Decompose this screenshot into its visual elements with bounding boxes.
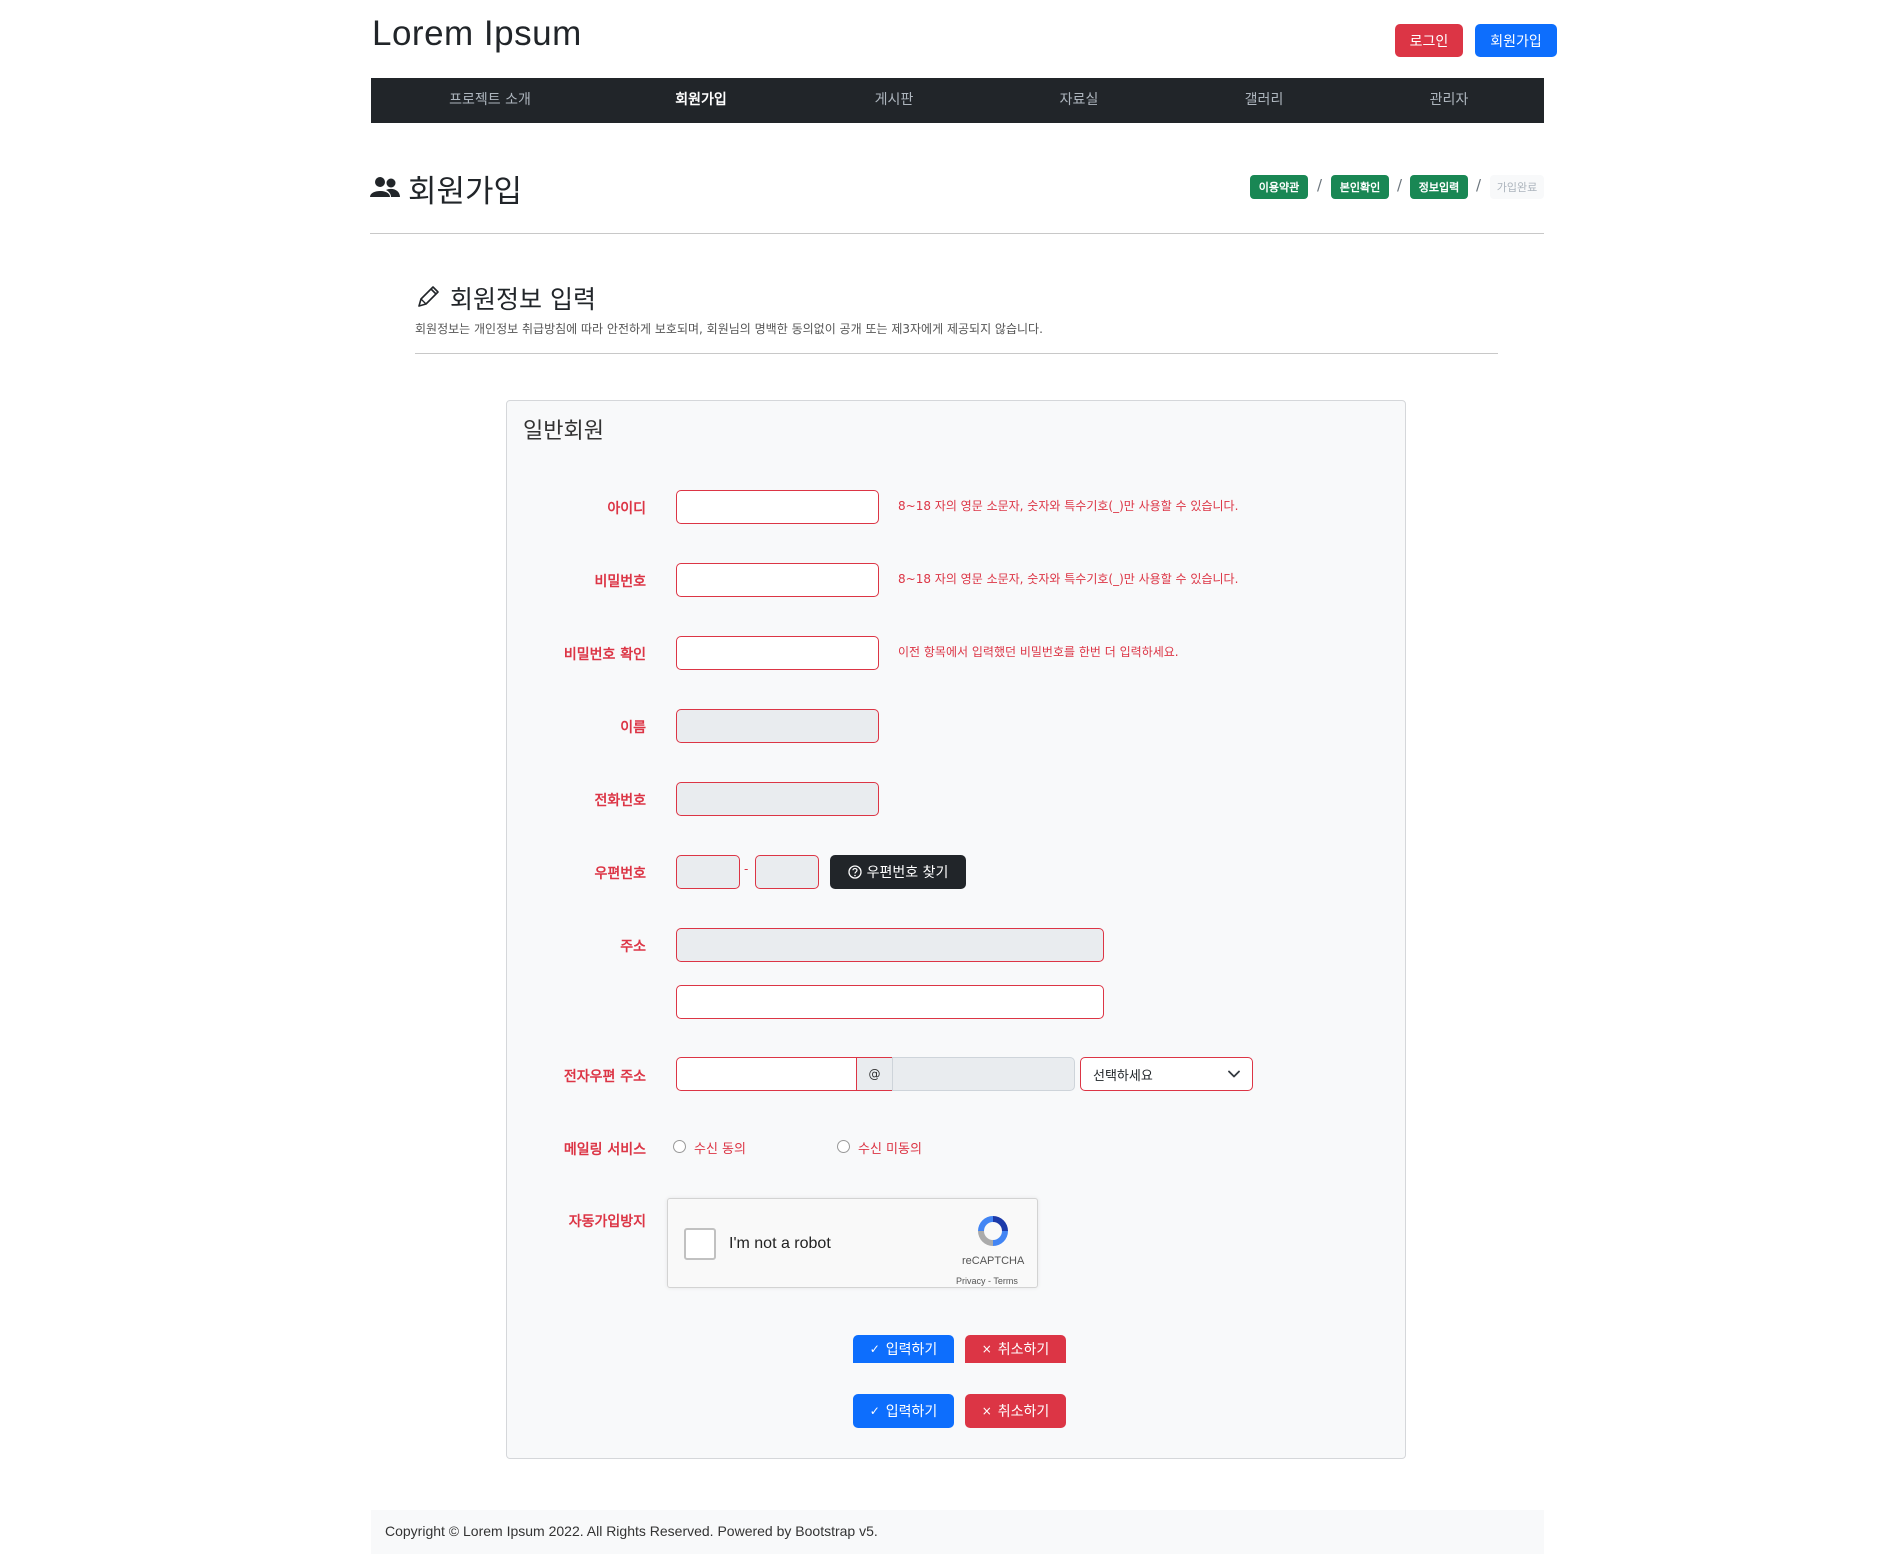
find-zip-button-label: 우편번호 찾기 bbox=[866, 865, 949, 881]
recaptcha-brand: reCAPTCHA bbox=[962, 1255, 1025, 1267]
password-label: 비밀번호 bbox=[594, 574, 646, 590]
name-label: 이름 bbox=[620, 720, 646, 736]
submit-button-label: 입력하기 bbox=[885, 1342, 938, 1358]
recaptcha-terms-link[interactable]: Privacy - Terms bbox=[956, 1276, 1018, 1286]
email-domain-select-value: 선택하세요 bbox=[1093, 1068, 1153, 1084]
email-local-input[interactable] bbox=[676, 1057, 857, 1091]
email-domain-input[interactable] bbox=[892, 1057, 1075, 1091]
breadcrumb-terms: 이용약관 bbox=[1250, 175, 1308, 199]
mailing-disagree-radio[interactable] bbox=[837, 1140, 850, 1153]
check-icon: ✓ bbox=[869, 1342, 880, 1356]
cancel-button[interactable]: × 취소하기 bbox=[965, 1335, 1066, 1363]
zip-label: 우편번호 bbox=[594, 866, 646, 882]
nav-item-project-intro[interactable]: 프로젝트 소개 bbox=[449, 78, 531, 123]
find-zip-button[interactable]: 우편번호 찾기 bbox=[830, 855, 966, 889]
zip-second-input[interactable] bbox=[755, 855, 819, 889]
breadcrumb-separator: / bbox=[1317, 176, 1323, 194]
footer-copyright: Copyright © Lorem Ipsum 2022. All Rights… bbox=[385, 1523, 878, 1539]
breadcrumb-separator: / bbox=[1476, 176, 1482, 194]
cancel-button-label: 취소하기 bbox=[997, 1404, 1050, 1420]
page-title: 회원가입 bbox=[408, 174, 523, 210]
signup-button[interactable]: 회원가입 bbox=[1475, 24, 1557, 57]
nav-item-archive[interactable]: 자료실 bbox=[1060, 78, 1099, 123]
login-button[interactable]: 로그인 bbox=[1395, 24, 1463, 57]
id-input[interactable] bbox=[676, 490, 879, 524]
address-label: 주소 bbox=[620, 939, 646, 955]
id-help-text: 8~18 자의 영문 소문자, 숫자와 특수기호(_)만 사용할 수 있습니다. bbox=[898, 499, 1239, 513]
recaptcha-icon bbox=[978, 1216, 1008, 1246]
mailing-agree-label[interactable]: 수신 동의 bbox=[694, 1138, 746, 1157]
check-icon: ✓ bbox=[869, 1404, 880, 1418]
captcha-label: 자동가입방지 bbox=[568, 1214, 646, 1230]
password-input[interactable] bbox=[676, 563, 879, 597]
email-domain-select[interactable]: 선택하세요 bbox=[1080, 1057, 1253, 1091]
password-confirm-label: 비밀번호 확인 bbox=[563, 647, 646, 663]
name-input[interactable] bbox=[676, 709, 879, 743]
cancel-button-label: 취소하기 bbox=[997, 1342, 1050, 1358]
breadcrumb-separator: / bbox=[1397, 176, 1403, 194]
nav-item-admin[interactable]: 관리자 bbox=[1430, 78, 1469, 123]
divider bbox=[415, 353, 1498, 354]
recaptcha-text: I'm not a robot bbox=[729, 1235, 831, 1252]
submit-button[interactable]: ✓ 입력하기 bbox=[853, 1335, 954, 1363]
section-title: 회원정보 입력 bbox=[450, 285, 596, 314]
zip-first-input[interactable] bbox=[676, 855, 740, 889]
phone-label: 전화번호 bbox=[594, 793, 646, 809]
address-detail-input[interactable] bbox=[676, 985, 1104, 1019]
mailing-label: 메일링 서비스 bbox=[563, 1142, 646, 1158]
question-circle-icon bbox=[847, 865, 862, 879]
cancel-button-secondary[interactable]: × 취소하기 bbox=[965, 1394, 1066, 1428]
divider bbox=[370, 233, 1544, 234]
breadcrumb-info-input: 정보입력 bbox=[1410, 175, 1468, 199]
pencil-icon bbox=[418, 286, 439, 307]
zip-separator: - bbox=[744, 862, 749, 876]
mailing-disagree-label[interactable]: 수신 미동의 bbox=[858, 1138, 922, 1157]
email-label: 전자우편 주소 bbox=[563, 1069, 646, 1085]
password-confirm-input[interactable] bbox=[676, 636, 879, 670]
nav-item-signup[interactable]: 회원가입 bbox=[675, 78, 727, 123]
card-title: 일반회원 bbox=[523, 419, 604, 444]
x-icon: × bbox=[981, 1404, 992, 1418]
section-description: 회원정보는 개인정보 취급방침에 따라 안전하게 보호되며, 회원님의 명백한 … bbox=[415, 322, 1043, 336]
mailing-agree-radio[interactable] bbox=[673, 1140, 686, 1153]
address-input[interactable] bbox=[676, 928, 1104, 962]
phone-input[interactable] bbox=[676, 782, 879, 816]
users-icon bbox=[370, 177, 400, 197]
submit-button-secondary[interactable]: ✓ 입력하기 bbox=[853, 1394, 954, 1428]
password-help-text: 8~18 자의 영문 소문자, 숫자와 특수기호(_)만 사용할 수 있습니다. bbox=[898, 572, 1239, 586]
breadcrumb-identity: 본인확인 bbox=[1331, 175, 1389, 199]
x-icon: × bbox=[981, 1342, 992, 1356]
nav-item-board[interactable]: 게시판 bbox=[875, 78, 914, 123]
email-at-addon: @ bbox=[856, 1057, 893, 1091]
brand-title[interactable]: Lorem Ipsum bbox=[372, 14, 582, 54]
breadcrumb-complete: 가입완료 bbox=[1490, 175, 1544, 199]
chevron-down-icon bbox=[1228, 1070, 1240, 1078]
recaptcha-checkbox[interactable] bbox=[684, 1228, 716, 1260]
main-navbar: 프로젝트 소개 회원가입 게시판 자료실 갤러리 관리자 bbox=[371, 78, 1544, 123]
id-label: 아이디 bbox=[607, 501, 646, 517]
submit-button-label: 입력하기 bbox=[885, 1404, 938, 1420]
password-confirm-help-text: 이전 항목에서 입력했던 비밀번호를 한번 더 입력하세요. bbox=[898, 645, 1179, 659]
nav-item-gallery[interactable]: 갤러리 bbox=[1245, 78, 1284, 123]
